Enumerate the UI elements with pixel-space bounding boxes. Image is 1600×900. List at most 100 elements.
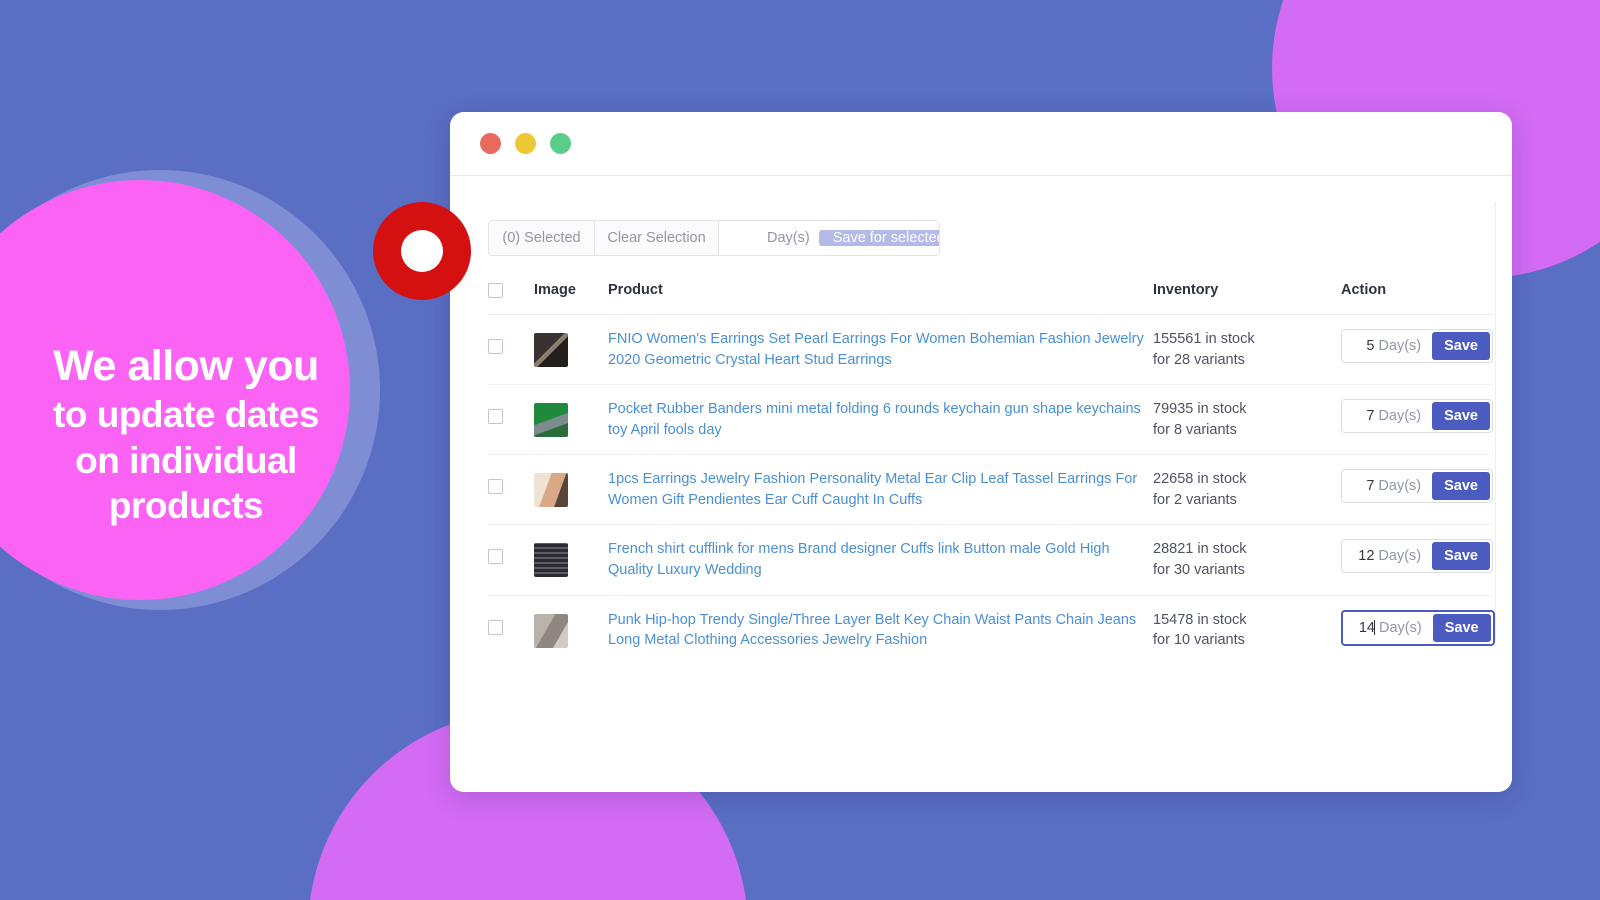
row-days-input[interactable]	[1349, 619, 1375, 636]
row-select-cell	[488, 384, 534, 456]
row-select-cell	[488, 524, 534, 596]
product-thumbnail-icon	[534, 473, 568, 508]
row-days-group: Day(s) Save	[1341, 469, 1493, 504]
product-title-cell: Punk Hip-hop Trendy Single/Three Layer B…	[608, 595, 1153, 665]
inventory-header: Inventory	[1153, 282, 1341, 315]
action-header: Action	[1341, 282, 1493, 315]
select-all-checkbox[interactable]	[488, 282, 503, 298]
product-title-cell: 1pcs Earrings Jewelry Fashion Personalit…	[608, 454, 1153, 526]
product-link[interactable]: Pocket Rubber Banders mini metal folding…	[608, 399, 1153, 440]
row-days-suffix: Day(s)	[1378, 478, 1422, 495]
product-title-cell: French shirt cufflink for mens Brand des…	[608, 524, 1153, 596]
browser-window: (0) Selected Clear Selection Day(s) Save…	[450, 112, 1512, 792]
row-days-group: Day(s) Save	[1341, 539, 1493, 574]
inventory-stock: 15478 in stock	[1153, 611, 1247, 628]
product-image-cell	[534, 454, 608, 526]
action-cell: Day(s) Save	[1341, 454, 1493, 526]
row-checkbox[interactable]	[488, 339, 503, 354]
product-link[interactable]: Punk Hip-hop Trendy Single/Three Layer B…	[608, 610, 1153, 651]
action-cell: Day(s) Save	[1341, 314, 1493, 386]
inventory-stock: 28821 in stock	[1153, 541, 1247, 558]
row-days-group: Day(s) Save	[1341, 399, 1493, 434]
product-thumbnail-icon	[534, 543, 568, 578]
bulk-days-suffix: Day(s)	[767, 230, 810, 246]
inventory-cell: 22658 in stock for 2 variants	[1153, 454, 1341, 526]
select-all-header	[488, 282, 534, 315]
product-title-cell: Pocket Rubber Banders mini metal folding…	[608, 384, 1153, 456]
row-checkbox[interactable]	[488, 409, 503, 425]
app-viewport: (0) Selected Clear Selection Day(s) Save…	[450, 176, 1512, 792]
row-days-group: Day(s) Save	[1341, 609, 1495, 646]
selected-count-label: (0) Selected	[489, 221, 595, 255]
record-indicator-icon	[373, 202, 471, 300]
record-indicator-center	[401, 230, 443, 272]
row-select-cell	[488, 314, 534, 386]
action-cell: Day(s) Save	[1341, 384, 1493, 456]
inventory-cell: 155561 in stock for 28 variants	[1153, 314, 1341, 386]
clear-selection-button[interactable]: Clear Selection	[595, 221, 719, 255]
products-table: Image Product Inventory Action FNIO Wome…	[488, 282, 1495, 665]
inventory-variants: for 8 variants	[1153, 421, 1237, 438]
product-link[interactable]: 1pcs Earrings Jewelry Fashion Personalit…	[608, 469, 1153, 510]
inventory-variants: for 2 variants	[1153, 491, 1237, 508]
inventory-variants: for 10 variants	[1153, 632, 1245, 649]
table-row: Pocket Rubber Banders mini metal folding…	[488, 384, 1493, 456]
row-save-button[interactable]: Save	[1432, 613, 1491, 642]
row-save-button[interactable]: Save	[1432, 472, 1490, 501]
product-image-cell	[534, 524, 608, 596]
browser-titlebar	[450, 112, 1512, 176]
row-checkbox[interactable]	[488, 479, 503, 495]
save-for-selected-button[interactable]: Save for selected	[818, 230, 939, 246]
product-link[interactable]: French shirt cufflink for mens Brand des…	[608, 539, 1153, 580]
inventory-cell: 15478 in stock for 10 variants	[1153, 595, 1341, 665]
inventory-variants: for 28 variants	[1153, 351, 1245, 368]
row-save-button[interactable]: Save	[1432, 542, 1490, 571]
inventory-cell: 79935 in stock for 8 variants	[1153, 384, 1341, 456]
row-save-button[interactable]: Save	[1432, 402, 1490, 431]
table-row: French shirt cufflink for mens Brand des…	[488, 524, 1493, 596]
image-header: Image	[534, 282, 608, 315]
row-select-cell	[488, 595, 534, 665]
row-days-suffix: Day(s)	[1378, 548, 1422, 565]
row-days-suffix: Day(s)	[1378, 338, 1422, 354]
row-days-input[interactable]	[1348, 408, 1375, 425]
table-row: Punk Hip-hop Trendy Single/Three Layer B…	[488, 595, 1495, 665]
bulk-action-toolbar: (0) Selected Clear Selection Day(s) Save…	[488, 220, 940, 256]
row-select-cell	[488, 454, 534, 526]
row-days-suffix: Day(s)	[1379, 619, 1422, 636]
bulk-days-group: Day(s) Save for selected	[719, 221, 939, 255]
close-window-icon[interactable]	[480, 133, 501, 154]
row-save-button[interactable]: Save	[1432, 332, 1490, 360]
bulk-days-input[interactable]	[729, 221, 767, 255]
inventory-stock: 79935 in stock	[1153, 401, 1247, 418]
table-header-row: Image Product Inventory Action	[488, 282, 1493, 315]
row-days-suffix: Day(s)	[1378, 408, 1422, 425]
product-header: Product	[608, 282, 1153, 315]
row-days-input[interactable]	[1348, 548, 1375, 565]
product-image-cell	[534, 384, 608, 456]
product-thumbnail-icon	[534, 613, 568, 648]
minimize-window-icon[interactable]	[515, 133, 536, 154]
product-thumbnail-icon	[534, 333, 568, 367]
action-cell: Day(s) Save	[1341, 524, 1493, 596]
inventory-variants: for 30 variants	[1153, 562, 1245, 579]
inventory-stock: 22658 in stock	[1153, 471, 1247, 488]
product-image-cell	[534, 595, 608, 665]
product-thumbnail-icon	[534, 403, 568, 438]
table-row: FNIO Women's Earrings Set Pearl Earrings…	[488, 314, 1493, 386]
inventory-cell: 28821 in stock for 30 variants	[1153, 524, 1341, 596]
inventory-stock: 155561 in stock	[1153, 331, 1255, 347]
product-image-cell	[534, 314, 608, 386]
product-link[interactable]: FNIO Women's Earrings Set Pearl Earrings…	[608, 329, 1153, 370]
row-days-input[interactable]	[1348, 478, 1375, 495]
maximize-window-icon[interactable]	[550, 133, 571, 154]
vertical-scrollbar[interactable]	[1495, 202, 1502, 642]
action-cell: Day(s) Save	[1341, 595, 1495, 665]
row-days-input[interactable]	[1348, 338, 1375, 354]
table-row: 1pcs Earrings Jewelry Fashion Personalit…	[488, 454, 1493, 526]
row-checkbox[interactable]	[488, 549, 503, 565]
row-checkbox[interactable]	[488, 619, 503, 635]
products-table-body: FNIO Women's Earrings Set Pearl Earrings…	[488, 314, 1495, 665]
row-days-group: Day(s) Save	[1341, 329, 1493, 363]
product-title-cell: FNIO Women's Earrings Set Pearl Earrings…	[608, 314, 1153, 386]
